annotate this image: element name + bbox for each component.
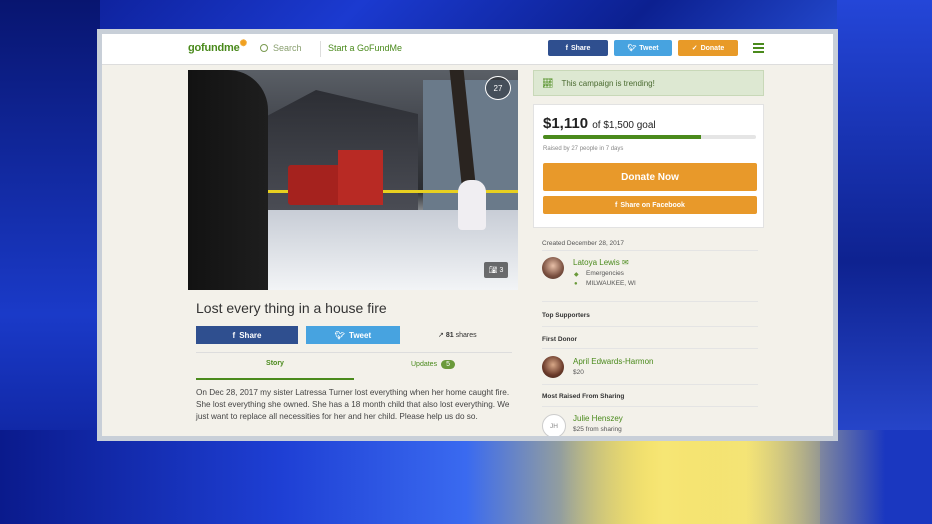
sharer-name: Julie Henszey (573, 414, 623, 423)
created-date: Created December 28, 2017 (542, 240, 625, 247)
location-pin-icon: ● (574, 281, 578, 287)
foreground-figure-shape (188, 70, 268, 290)
tv-background-right (837, 0, 932, 524)
divider (542, 326, 758, 327)
hamburger-menu-icon[interactable] (753, 43, 764, 53)
divider (542, 250, 758, 251)
donate-now-button[interactable]: Donate Now (543, 163, 757, 191)
logo-text: gofundme (188, 42, 240, 54)
shares-number: 81 (445, 332, 454, 339)
first-donor-avatar (542, 356, 564, 378)
tab-story[interactable]: Story (196, 360, 354, 367)
heart-count: 27 (493, 83, 503, 93)
campaign-photo[interactable]: 27 📷︎ 3 (188, 70, 518, 290)
search-placeholder: Search (273, 43, 302, 53)
facebook-icon: f (615, 201, 618, 209)
gofundme-logo[interactable]: gofundme✺ (188, 38, 247, 54)
twitter-icon: 🐦︎ (334, 330, 346, 340)
amount-raised: $1,110 of $1,500 goal (543, 115, 656, 132)
tv-background-glow (560, 440, 820, 524)
facebook-icon: f (232, 330, 236, 340)
search-field[interactable]: Search (260, 43, 302, 53)
first-donor-name: April Edwards-Harmon (573, 357, 654, 366)
tweet-label: Tweet (349, 330, 372, 340)
top-navigation-bar: gofundme✺ Search Start a GoFundMe f Share… (102, 34, 833, 65)
search-icon (260, 44, 268, 52)
organizer-name[interactable]: Latoya Lewis ✉ (573, 258, 629, 267)
campaign-story: On Dec 28, 2017 my sister Latressa Turne… (196, 388, 510, 421)
trending-up-icon: ↗ (438, 332, 444, 339)
trending-text: This campaign is trending! (561, 78, 655, 88)
twitter-icon: 🐦︎ (627, 45, 637, 52)
donation-card: $1,110 of $1,500 goal Raised by 27 peopl… (533, 104, 764, 228)
tv-background-left (0, 0, 100, 524)
sharer-amount: $25 from sharing (573, 426, 622, 433)
campaign-title: Lost every thing in a house fire (196, 300, 387, 316)
fire-truck-cab-shape (338, 150, 383, 205)
tag-icon: ◆ (574, 272, 579, 278)
goal-text: of $1,500 goal (592, 120, 656, 131)
header-tweet-button[interactable]: 🐦︎ Tweet (614, 40, 672, 56)
tabs-divider (196, 352, 512, 353)
campaign-category[interactable]: Emergencies (586, 270, 624, 277)
start-gofundme-link[interactable]: Start a GoFundMe (328, 43, 402, 53)
first-donor-heading: First Donor (542, 336, 578, 343)
updates-count-badge: 5 (441, 360, 455, 369)
organizer-name-text: Latoya Lewis (573, 258, 620, 267)
tab-updates[interactable]: Updates 5 (354, 360, 512, 369)
divider (542, 301, 758, 302)
divider (542, 406, 758, 407)
share-on-facebook-button[interactable]: f Share on Facebook (543, 196, 757, 214)
facebook-icon: f (565, 44, 568, 52)
shares-count: ↗ 81 shares (438, 331, 477, 339)
shares-label: shares (455, 332, 477, 339)
top-supporters-heading: Top Supporters (542, 312, 590, 319)
share-on-facebook-label: Share on Facebook (620, 201, 685, 209)
facebook-share-button[interactable]: f Share (196, 326, 298, 344)
first-donor-amount: $20 (573, 369, 584, 376)
progress-fill (543, 135, 701, 139)
progress-bar (543, 135, 756, 139)
browser-screen: gofundme✺ Search Start a GoFundMe f Share… (97, 29, 838, 441)
header-share-label: Share (570, 44, 591, 52)
header-share-button[interactable]: f Share (548, 40, 608, 56)
photo-count: 3 (499, 266, 504, 274)
sharer-initials-avatar: JH (542, 414, 566, 436)
tv-background-bottom (0, 430, 932, 524)
photo-count-badge[interactable]: 📷︎ 3 (484, 262, 508, 278)
person-shape (458, 180, 486, 230)
active-tab-indicator (196, 378, 354, 380)
header-tweet-label: Tweet (639, 44, 659, 52)
divider (320, 41, 321, 57)
campaign-location: MILWAUKEE, WI (586, 280, 636, 287)
most-raised-heading: Most Raised From Sharing (542, 393, 625, 400)
trending-chart-icon: 📈︎ (542, 77, 554, 88)
sun-icon: ✺ (239, 38, 248, 48)
trending-banner: 📈︎ This campaign is trending! (533, 70, 764, 96)
amount-value: $1,110 (543, 115, 589, 132)
divider (542, 384, 758, 385)
organizer-avatar[interactable] (542, 257, 564, 279)
raised-by-text: Raised by 27 people in 7 days (543, 146, 624, 152)
check-icon: ✓ (691, 45, 698, 52)
facebook-share-label: Share (239, 330, 262, 340)
twitter-tweet-button[interactable]: 🐦︎ Tweet (306, 326, 400, 344)
envelope-icon[interactable]: ✉ (622, 258, 629, 267)
tab-updates-label: Updates (411, 361, 438, 368)
heart-count-badge[interactable]: 27 (485, 76, 511, 100)
header-donate-label: Donate (700, 44, 725, 52)
camera-icon: 📷︎ (488, 267, 498, 274)
header-donate-button[interactable]: ✓ Donate (678, 40, 738, 56)
divider (542, 348, 758, 349)
